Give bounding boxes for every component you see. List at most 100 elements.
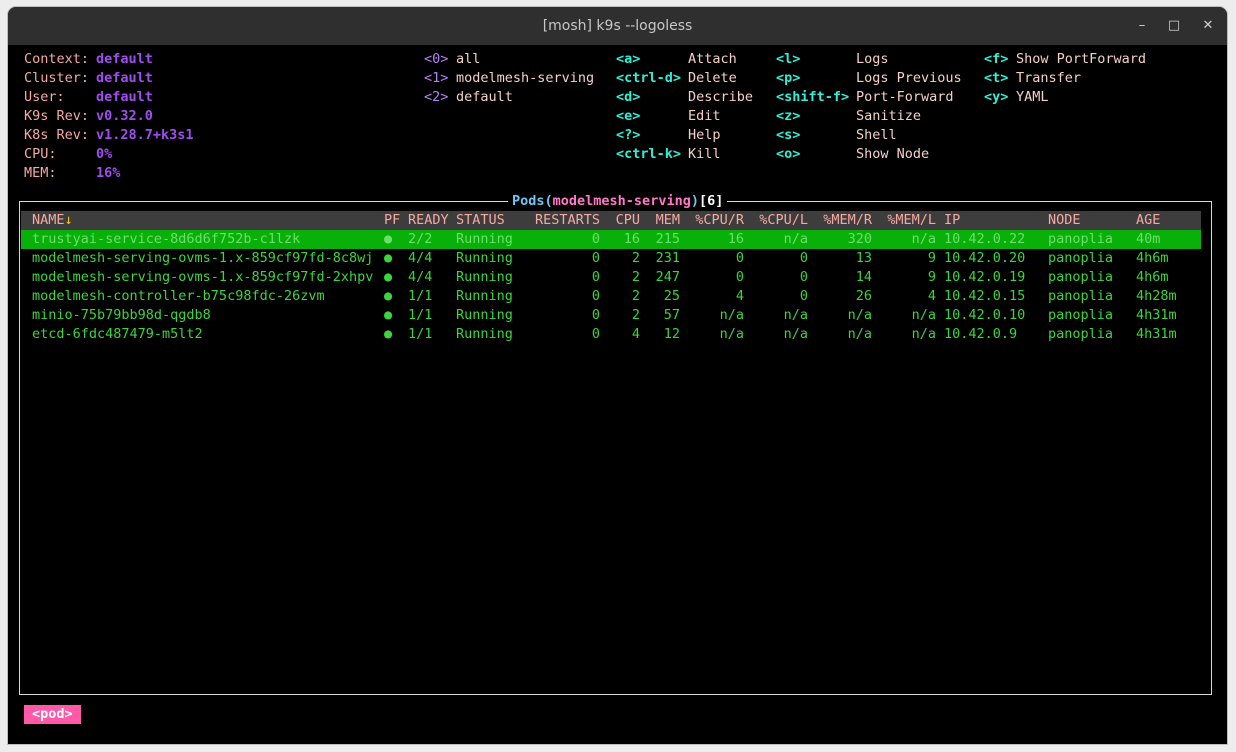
pod-cpu-r: n/a <box>719 326 744 342</box>
pf-indicator-icon: ● <box>384 231 393 247</box>
hint-label[interactable]: Logs Previous <box>856 69 962 88</box>
info-value-cpu: 0% <box>96 146 113 162</box>
breadcrumb-pod[interactable]: <pod> <box>24 705 81 724</box>
hint-label[interactable]: Logs <box>856 50 889 69</box>
hint-key[interactable]: <y> <box>984 88 1008 107</box>
hint-key[interactable]: <o> <box>776 145 800 164</box>
hint-label[interactable]: Transfer <box>1016 69 1081 88</box>
hint-label[interactable]: Delete <box>688 69 737 88</box>
column-header-mem-r[interactable]: %MEM/R <box>816 211 872 230</box>
hint-key[interactable]: <l> <box>776 50 800 69</box>
column-header-node[interactable]: NODE <box>1048 211 1081 230</box>
table-title-count: [6] <box>698 193 724 209</box>
hint-label[interactable]: Sanitize <box>856 107 921 126</box>
pod-cpu: 2 <box>631 250 640 266</box>
info-value-k9s-rev: v0.32.0 <box>96 108 153 124</box>
pod-node: panoplia <box>1048 307 1114 323</box>
pod-restarts: 0 <box>591 231 600 247</box>
hint-label[interactable]: Describe <box>688 88 753 107</box>
info-label-cluster: Cluster: <box>24 70 90 86</box>
column-header-restarts[interactable]: RESTARTS <box>528 211 600 230</box>
column-header-age[interactable]: AGE <box>1136 211 1160 230</box>
hint-label[interactable]: Shell <box>856 126 897 145</box>
pod-node: panoplia <box>1048 231 1114 247</box>
hint-key[interactable]: <p> <box>776 69 800 88</box>
hint-label[interactable]: Show Node <box>856 145 929 164</box>
column-header-mem[interactable]: MEM <box>640 211 680 230</box>
hint-key[interactable]: <a> <box>616 50 640 69</box>
hint-key[interactable]: <shift-f> <box>776 88 849 107</box>
column-header-mem-l[interactable]: %MEM/L <box>880 211 936 230</box>
pf-indicator-icon: ● <box>384 250 393 266</box>
pod-status: Running <box>456 288 513 304</box>
table-title-resource: Pods <box>512 193 545 209</box>
column-header-status[interactable]: STATUS <box>456 211 505 230</box>
pod-status: Running <box>456 326 513 342</box>
pod-node: panoplia <box>1048 250 1114 266</box>
pod-mem-r: n/a <box>847 326 872 342</box>
info-value-cluster: default <box>96 70 153 86</box>
pod-cpu-l: 0 <box>799 250 808 266</box>
pod-ip: 10.42.0.20 <box>944 250 1026 266</box>
hint-label[interactable]: Attach <box>688 50 737 69</box>
hint-key[interactable]: <?> <box>616 126 640 145</box>
hint-key[interactable]: <t> <box>984 69 1008 88</box>
info-label-mem: MEM: <box>24 165 57 181</box>
hint-label[interactable]: Kill <box>688 145 721 164</box>
hint-label[interactable]: Port-Forward <box>856 88 954 107</box>
table-title: Pods(modelmesh-serving)[6] <box>508 192 728 211</box>
info-value-context: default <box>96 51 153 67</box>
column-header-cpu[interactable]: CPU <box>600 211 640 230</box>
column-header-pf[interactable]: PF <box>384 211 400 230</box>
pod-cpu-l: 0 <box>799 269 808 285</box>
hint-label[interactable]: Edit <box>688 107 721 126</box>
pod-cpu-r: 0 <box>735 269 744 285</box>
namespace-name[interactable]: default <box>456 88 513 107</box>
hint-key[interactable]: <e> <box>616 107 640 126</box>
pod-age: 4h6m <box>1136 250 1169 266</box>
pod-ready: 1/1 <box>408 288 433 304</box>
pod-ip: 10.42.0.9 <box>944 326 1018 342</box>
hint-key[interactable]: <s> <box>776 126 800 145</box>
minimize-icon[interactable]: – <box>1132 16 1152 36</box>
pod-cpu: 16 <box>623 231 640 247</box>
column-header-name[interactable]: NAME↓ <box>32 211 73 230</box>
info-label-k9s-rev: K9s Rev: <box>24 108 90 124</box>
pod-ready: 4/4 <box>408 250 433 266</box>
pod-mem-l: 4 <box>927 288 936 304</box>
pods-table-frame: Pods(modelmesh-serving)[6] NAME↓ PF READ… <box>19 192 1212 695</box>
pod-age: 4h28m <box>1136 288 1177 304</box>
hint-label[interactable]: YAML <box>1016 88 1049 107</box>
hint-key[interactable]: <f> <box>984 50 1008 69</box>
namespace-key[interactable]: <2> <box>424 88 448 107</box>
hint-key[interactable]: <z> <box>776 107 800 126</box>
hint-key[interactable]: <d> <box>616 88 640 107</box>
column-header-cpu-l[interactable]: %CPU/L <box>752 211 808 230</box>
pod-node: panoplia <box>1048 288 1114 304</box>
hint-label[interactable]: Help <box>688 126 721 145</box>
close-icon[interactable]: ✕ <box>1198 16 1218 36</box>
pod-restarts: 0 <box>591 326 600 342</box>
namespace-key[interactable]: <1> <box>424 69 448 88</box>
sort-arrow-icon: ↓ <box>64 212 73 228</box>
column-header-ip[interactable]: IP <box>944 211 960 230</box>
window-title: [mosh] k9s --logoless <box>542 18 693 34</box>
pod-age: 4h6m <box>1136 269 1169 285</box>
pod-mem-l: 9 <box>927 250 936 266</box>
hint-key[interactable]: <ctrl-k> <box>616 145 681 164</box>
column-header-ready[interactable]: READY <box>408 211 449 230</box>
column-header-cpu-r[interactable]: %CPU/R <box>688 211 744 230</box>
namespace-key[interactable]: <0> <box>424 50 448 69</box>
table-title-namespace: modelmesh-serving <box>552 193 691 209</box>
pod-status: Running <box>456 307 513 323</box>
maximize-icon[interactable]: □ <box>1164 16 1184 36</box>
pod-ip: 10.42.0.22 <box>944 231 1026 247</box>
pod-age: 4h31m <box>1136 326 1177 342</box>
hint-key[interactable]: <ctrl-d> <box>616 69 681 88</box>
hint-label[interactable]: Show PortForward <box>1016 50 1146 69</box>
info-value-mem: 16% <box>96 165 121 181</box>
info-value-user: default <box>96 89 153 105</box>
namespace-name[interactable]: modelmesh-serving <box>456 69 594 88</box>
pod-restarts: 0 <box>591 307 600 323</box>
namespace-name[interactable]: all <box>456 50 480 69</box>
